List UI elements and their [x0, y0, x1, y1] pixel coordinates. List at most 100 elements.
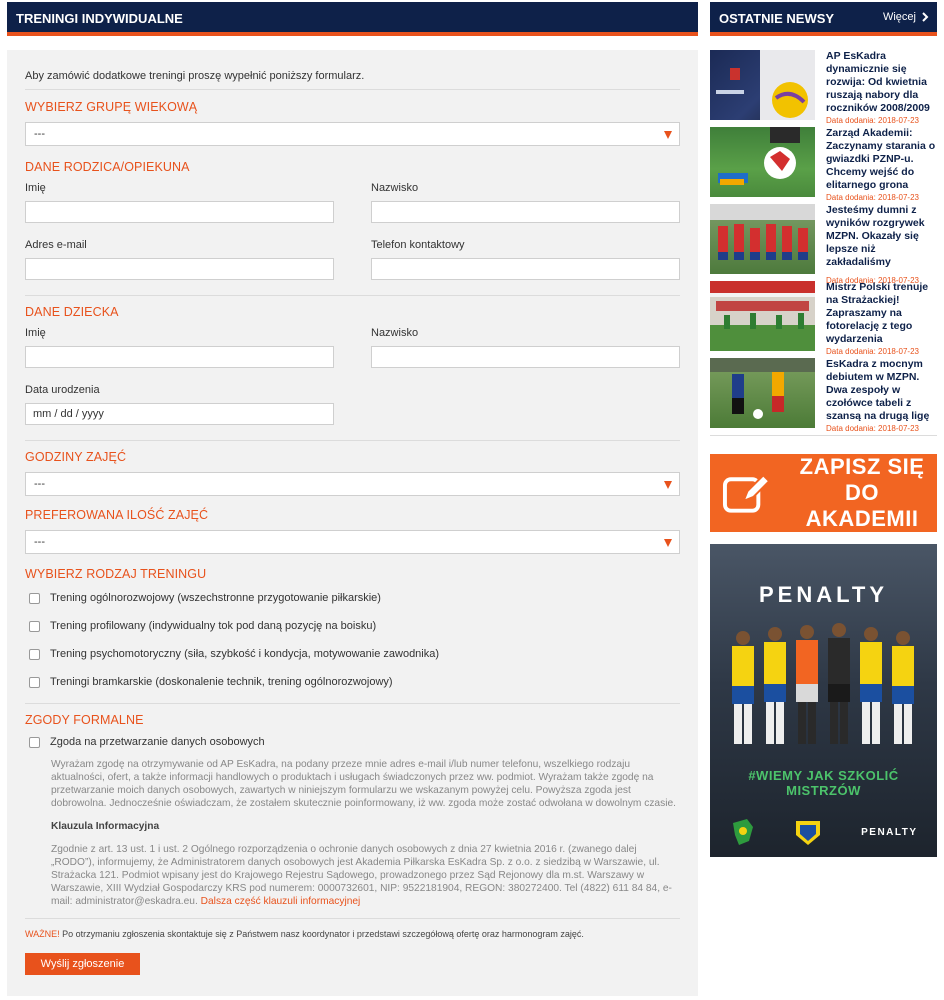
news-date: Data dodania: 2018-07-23 — [826, 424, 937, 433]
clause-text: Zgodnie z art. 13 ust. 1 i ust. 2 Ogólne… — [51, 844, 672, 907]
penalty-ad[interactable]: PENALTY #WIEMY JAK SZKOLIĆ MISTRZÓW PENA… — [710, 544, 937, 857]
signup-text: ZAPISZ SIĘ DO AKADEMII — [787, 454, 937, 532]
consent-label: Zgoda na przetwarzanie danych osobowych — [50, 736, 265, 748]
training-option[interactable]: Treningi bramkarskie (doskonalenie techn… — [25, 668, 680, 696]
more-label: Więcej — [882, 11, 916, 23]
dropdown-arrow-icon — [664, 481, 672, 489]
checkbox[interactable] — [29, 676, 40, 688]
signup-line2: DO AKADEMII — [805, 480, 919, 531]
ad-slogan: #WIEMY JAK SZKOLIĆ MISTRZÓW — [748, 768, 899, 798]
training-option-label: Trening profilowany (indywidualny tok po… — [50, 620, 377, 632]
date-value: 2018-07-23 — [878, 347, 919, 356]
hours-heading: GODZINY ZAJĘĆ — [25, 450, 127, 464]
ad-brand: PENALTY — [758, 582, 889, 607]
age-group-select[interactable]: --- — [25, 122, 680, 146]
checkbox[interactable] — [29, 620, 40, 632]
training-option[interactable]: Trening profilowany (indywidualny tok po… — [25, 612, 680, 640]
child-last-name-input[interactable] — [371, 346, 680, 368]
checkbox[interactable] — [29, 736, 40, 748]
signup-banner[interactable]: ZAPISZ SIĘ DO AKADEMII — [710, 454, 937, 532]
submit-button[interactable]: Wyślij zgłoszenie — [25, 953, 140, 975]
age-group-heading: WYBIERZ GRUPĘ WIEKOWĄ — [25, 100, 198, 114]
clause-link[interactable]: Dalsza część klauzuli informacyjnej — [201, 896, 361, 907]
players-image — [732, 623, 914, 744]
news-item[interactable]: Mistrz Polski trenuje na Strażackiej! Za… — [710, 281, 937, 358]
training-option-label: Treningi bramkarskie (doskonalenie techn… — [50, 676, 393, 688]
cbfs-badge-icon — [796, 821, 821, 845]
dropdown-arrow-icon — [664, 539, 672, 547]
dropdown-arrow-icon — [664, 131, 672, 139]
consent-option[interactable]: Zgoda na przetwarzanie danych osobowych — [25, 730, 680, 754]
parent-first-name-input[interactable] — [25, 201, 334, 223]
hours-select[interactable]: --- — [25, 472, 680, 496]
amount-value: --- — [34, 536, 45, 548]
news-item[interactable]: Zarząd Akademii: Zaczynamy starania o gw… — [710, 127, 937, 204]
amount-select[interactable]: --- — [25, 530, 680, 554]
news-title[interactable]: EsKadra z mocnym debiutem w MZPN. Dwa ze… — [826, 358, 937, 423]
ad-footer: PENALTY — [710, 807, 937, 857]
news-thumbnail[interactable] — [710, 358, 815, 428]
date-value: 2018-07-23 — [878, 424, 919, 433]
parent-phone-input[interactable] — [371, 258, 680, 280]
ad-footer-brand: PENALTY — [861, 826, 918, 838]
news-title[interactable]: AP EsKadra dynamicznie się rozwija: Od k… — [826, 50, 937, 115]
parent-last-name-input[interactable] — [371, 201, 680, 223]
age-group-value: --- — [34, 128, 45, 140]
date-prefix: Data dodania: — [826, 424, 879, 433]
notice-text: Po otrzymaniu zgłoszenia skontaktuje się… — [59, 929, 584, 939]
amount-heading: PREFEROWANA ILOŚĆ ZAJĘĆ — [25, 508, 209, 522]
child-first-name-input[interactable] — [25, 346, 334, 368]
more-link[interactable]: Więcej — [883, 2, 929, 32]
news-photo — [710, 281, 815, 351]
divider — [25, 918, 680, 919]
parent-heading: DANE RODZICA/OPIEKUNA — [25, 160, 190, 174]
news-item[interactable]: Jesteśmy dumni z wyników rozgrywek MZPN.… — [710, 204, 937, 285]
training-option-label: Trening psychomotoryczny (siła, szybkość… — [50, 648, 440, 660]
divider — [25, 440, 680, 441]
news-list: AP EsKadra dynamicznie się rozwija: Od k… — [710, 50, 937, 435]
child-last-name-label: Nazwisko — [371, 327, 419, 339]
news-item[interactable]: EsKadra z mocnym debiutem w MZPN. Dwa ze… — [710, 358, 937, 435]
news-thumbnail[interactable] — [710, 127, 815, 197]
date-prefix: Data dodania: — [826, 347, 879, 356]
training-option[interactable]: Trening psychomotoryczny (siła, szybkość… — [25, 640, 680, 668]
parent-email-input[interactable] — [25, 258, 334, 280]
divider — [710, 435, 937, 436]
consents-heading: ZGODY FORMALNE — [25, 713, 144, 727]
signup-line1: ZAPISZ SIĘ — [799, 454, 925, 479]
parent-last-name-label: Nazwisko — [371, 182, 419, 194]
news-thumbnail[interactable] — [710, 281, 815, 351]
news-date: Data dodania: 2018-07-23 — [826, 347, 937, 356]
training-option[interactable]: Trening ogólnorozwojowy (wszechstronne p… — [25, 584, 680, 612]
news-thumbnail[interactable] — [710, 204, 815, 274]
page-title: TRENINGI INDYWIDUALNE — [7, 2, 698, 36]
training-option-label: Trening ogólnorozwojowy (wszechstronne p… — [50, 592, 381, 604]
sidebar: OSTATNIE NEWSY Więcej AP EsKadra dynamic… — [710, 2, 937, 857]
news-photo — [718, 127, 800, 185]
checkbox[interactable] — [29, 648, 40, 660]
child-heading: DANE DZIECKA — [25, 305, 119, 319]
notice-label: WAŻNE! — [25, 929, 60, 939]
hours-value: --- — [34, 478, 45, 490]
news-header: OSTATNIE NEWSY Więcej — [710, 2, 937, 36]
news-photo — [710, 358, 815, 419]
news-thumbnail[interactable] — [710, 50, 815, 120]
date-prefix: Data dodania: — [826, 116, 879, 125]
notice: WAŻNE! Po otrzymaniu zgłoszenia skontakt… — [25, 929, 680, 939]
order-form: Aby zamówić dodatkowe treningi proszę wy… — [7, 50, 698, 996]
date-value: 2018-07-23 — [878, 193, 919, 202]
news-date: Data dodania: 2018-07-23 — [826, 193, 937, 202]
main-column: TRENINGI INDYWIDUALNE Aby zamówić dodatk… — [7, 2, 698, 996]
news-title[interactable]: Jesteśmy dumni z wyników rozgrywek MZPN.… — [826, 204, 937, 269]
checkbox[interactable] — [29, 592, 40, 604]
divider — [25, 89, 680, 90]
parent-first-name-label: Imię — [25, 182, 46, 194]
parent-phone-label: Telefon kontaktowy — [371, 239, 465, 251]
news-photo — [716, 50, 815, 120]
news-title[interactable]: Mistrz Polski trenuje na Strażackiej! Za… — [826, 281, 937, 346]
brazil-map-icon — [733, 819, 754, 845]
news-item[interactable]: AP EsKadra dynamicznie się rozwija: Od k… — [710, 50, 937, 127]
child-birth-input[interactable]: mm / dd / yyyy — [25, 403, 334, 425]
news-title[interactable]: Zarząd Akademii: Zaczynamy starania o gw… — [826, 127, 937, 192]
parent-email-label: Adres e-mail — [25, 239, 87, 251]
